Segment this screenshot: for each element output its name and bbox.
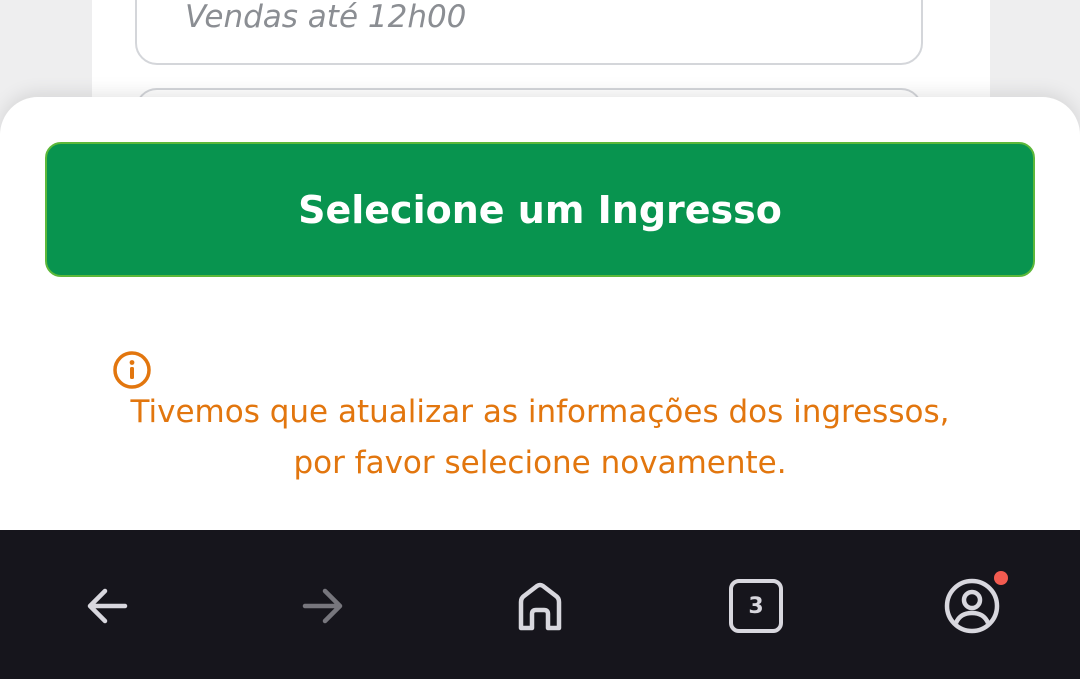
notice-line-1: Tivemos que atualizar as informações dos… bbox=[130, 394, 950, 430]
sales-deadline-text: Vendas até 12h00 bbox=[185, 0, 467, 35]
tabs-button[interactable]: 3 bbox=[724, 574, 788, 638]
notification-dot bbox=[994, 571, 1008, 585]
profile-button[interactable] bbox=[940, 574, 1004, 638]
update-notice: Tivemos que atualizar as informações dos… bbox=[0, 387, 1080, 489]
user-circle-icon bbox=[944, 578, 1000, 634]
home-button[interactable] bbox=[508, 574, 572, 638]
forward-button[interactable] bbox=[291, 574, 355, 638]
browser-nav-bar: 3 bbox=[0, 530, 1080, 679]
arrow-right-icon bbox=[302, 588, 343, 624]
ticket-option[interactable]: Vendas até 12h00 bbox=[135, 0, 923, 65]
tabs-count: 3 bbox=[729, 579, 783, 633]
notice-line-2: por favor selecione novamente. bbox=[293, 445, 787, 481]
home-icon bbox=[518, 582, 562, 631]
select-ticket-button[interactable]: Selecione um Ingresso bbox=[45, 142, 1035, 277]
info-circle-icon bbox=[113, 351, 151, 389]
bottom-sheet: Selecione um Ingresso Tivemos que atuali… bbox=[0, 97, 1080, 547]
arrow-left-icon bbox=[87, 588, 128, 624]
back-button[interactable] bbox=[75, 574, 139, 638]
